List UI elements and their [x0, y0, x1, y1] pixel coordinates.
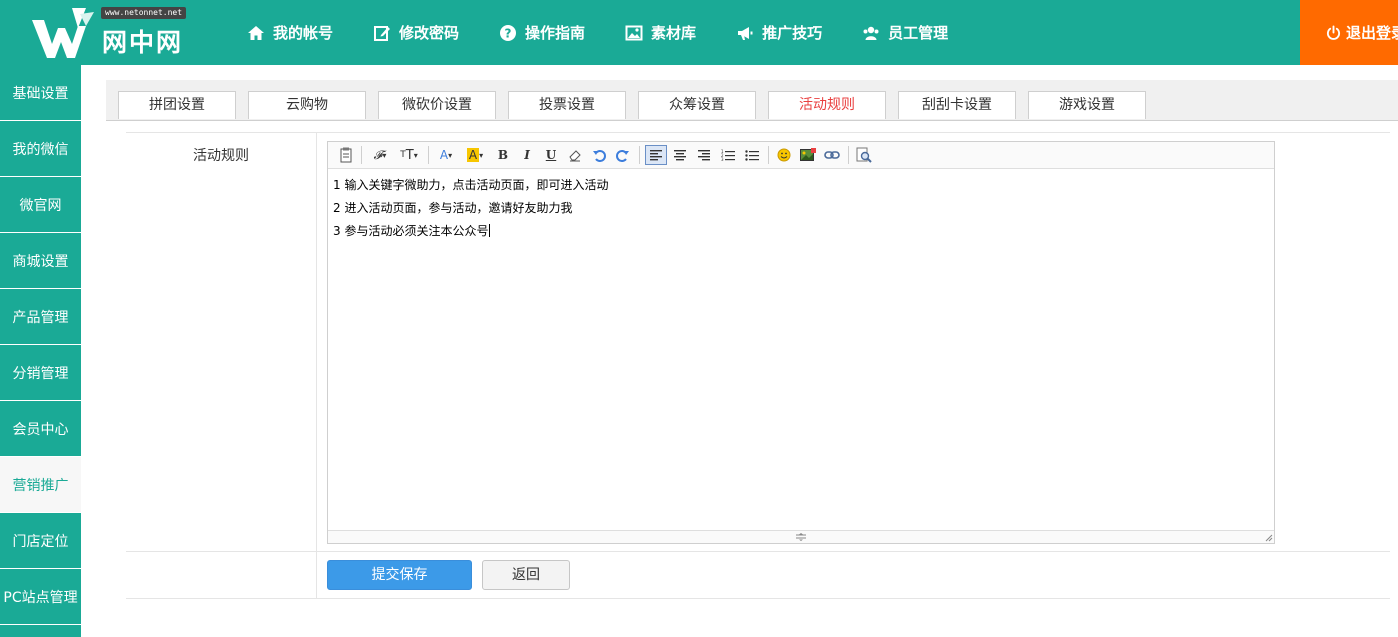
activity-rules-label: 活动规则: [193, 148, 249, 164]
toolbar-separator: [768, 146, 769, 164]
sidebar-item-label: 基础设置: [12, 85, 69, 102]
nav-staff-management[interactable]: 员工管理: [847, 0, 963, 65]
nav-label: 操作指南: [525, 24, 586, 42]
unordered-list-icon[interactable]: [742, 145, 762, 165]
logo[interactable]: www.netonnet.net 网中网: [28, 6, 198, 62]
tab-bargain[interactable]: 微砍价设置: [378, 91, 496, 119]
tab-cloud-shopping[interactable]: 云购物: [248, 91, 366, 119]
sidebar-item-mall-settings[interactable]: 商城设置: [0, 233, 81, 289]
align-center-icon[interactable]: [670, 145, 690, 165]
back-button[interactable]: 返回: [482, 560, 570, 590]
nav-material-library[interactable]: 素材库: [610, 0, 711, 65]
sidebar-item-micro-site[interactable]: 微官网: [0, 177, 81, 233]
ordered-list-icon[interactable]: 123: [718, 145, 738, 165]
rule-line: 1 输入关键字微助力，点击活动页面，即可进入活动: [333, 178, 609, 192]
top-nav: 我的帐号 修改密码 ? 操作指南 素材库 推广技巧 员工管理: [232, 0, 973, 65]
rich-text-editor[interactable]: 𝓕 ▾ T T ▾ A ▾ A ▾ B I U 123 1 输入关键字微助力，点…: [327, 141, 1275, 544]
toolbar-separator: [361, 146, 362, 164]
link-icon[interactable]: [822, 145, 842, 165]
submit-save-button[interactable]: 提交保存: [327, 560, 472, 590]
tab-bar: 拼团设置 云购物 微砍价设置 投票设置 众筹设置 活动规则 刮刮卡设置 游戏设置: [106, 80, 1398, 121]
emoticon-icon[interactable]: [774, 145, 794, 165]
nav-label: 素材库: [651, 24, 697, 42]
sidebar-item-my-wechat[interactable]: 我的微信: [0, 121, 81, 177]
sidebar-item-label: 产品管理: [12, 309, 69, 326]
resize-corner-icon: [1265, 534, 1273, 542]
italic-icon[interactable]: I: [518, 145, 536, 165]
help-icon: ?: [500, 24, 517, 41]
sidebar-item-label: 营销推广: [12, 477, 69, 494]
align-left-icon[interactable]: [645, 145, 667, 165]
power-icon: [1326, 25, 1341, 40]
sidebar-item-basic-settings[interactable]: 基础设置: [0, 65, 81, 121]
toolbar-separator: [848, 146, 849, 164]
editor-resize-bar[interactable]: [328, 530, 1274, 543]
logo-brand: 网中网: [102, 28, 184, 57]
nav-guide[interactable]: ? 操作指南: [484, 0, 600, 65]
sidebar-item-label: 会员中心: [12, 421, 69, 438]
sidebar-item-pc-site[interactable]: PC站点管理: [0, 569, 81, 625]
nav-change-password[interactable]: 修改密码: [358, 0, 474, 65]
sidebar-item-distribution[interactable]: 分销管理: [0, 345, 81, 401]
editor-toolbar: 𝓕 ▾ T T ▾ A ▾ A ▾ B I U 123: [328, 142, 1274, 169]
highlight-color-icon[interactable]: A ▾: [463, 145, 487, 165]
logout-button[interactable]: 退出登录: [1300, 0, 1398, 65]
toolbar-separator: [639, 146, 640, 164]
align-right-icon[interactable]: [694, 145, 714, 165]
eraser-icon[interactable]: [566, 145, 584, 165]
tab-voting[interactable]: 投票设置: [508, 91, 626, 119]
undo-icon[interactable]: [590, 145, 608, 165]
nav-label: 我的帐号: [273, 24, 334, 42]
preview-icon[interactable]: [854, 145, 874, 165]
sidebar-item-label: 我的微信: [12, 141, 69, 158]
header: www.netonnet.net 网中网 我的帐号 修改密码 ? 操作指南 素材…: [0, 0, 1398, 65]
rule-line: 2 进入活动页面，参与活动，邀请好友助力我: [333, 201, 573, 215]
rule-line: 3 参与活动必须关注本公众号: [333, 224, 608, 239]
sidebar-item-label: 分销管理: [12, 365, 69, 382]
users-icon: [863, 26, 879, 40]
toolbar-separator: [428, 146, 429, 164]
logo-tagline: www.netonnet.net: [101, 7, 187, 19]
source-icon[interactable]: [336, 145, 356, 165]
bold-icon[interactable]: B: [494, 145, 512, 165]
sidebar-item-label: 微官网: [19, 197, 62, 214]
form-column-divider: [316, 133, 317, 599]
sidebar-item-member-center[interactable]: 会员中心: [0, 401, 81, 457]
resize-grip-icon: [796, 533, 806, 541]
nav-label: 员工管理: [888, 24, 949, 42]
nav-label: 修改密码: [399, 24, 460, 42]
font-family-icon[interactable]: 𝓕 ▾: [368, 145, 392, 165]
home-icon: [248, 25, 264, 40]
nav-my-account[interactable]: 我的帐号: [232, 0, 348, 65]
logout-label: 退出登录: [1346, 24, 1398, 42]
sidebar-item-label: PC站点管理: [3, 589, 78, 606]
svg-text:3: 3: [721, 157, 724, 161]
tab-game-settings[interactable]: 游戏设置: [1028, 91, 1146, 119]
nav-promotion-tips[interactable]: 推广技巧: [721, 0, 837, 65]
redo-icon[interactable]: [614, 145, 632, 165]
sidebar-item-label: 门店定位: [12, 533, 69, 550]
tab-group-buy[interactable]: 拼团设置: [118, 91, 236, 119]
font-color-icon[interactable]: A ▾: [435, 145, 457, 165]
rule-line-text: 3 参与活动必须关注本公众号: [333, 224, 489, 238]
sidebar-item-product-management[interactable]: 产品管理: [0, 289, 81, 345]
sidebar: 基础设置 我的微信 微官网 商城设置 产品管理 分销管理 会员中心 营销推广 门…: [0, 65, 81, 637]
nav-label: 推广技巧: [762, 24, 823, 42]
image-icon: [625, 25, 643, 40]
insert-image-icon[interactable]: [798, 145, 818, 165]
tab-crowdfunding[interactable]: 众筹设置: [638, 91, 756, 119]
sidebar-item-label: 商城设置: [12, 253, 69, 270]
font-size-icon[interactable]: T T ▾: [396, 145, 422, 165]
sidebar-item-marketing[interactable]: 营销推广: [0, 457, 81, 513]
edit-icon: [374, 25, 391, 41]
underline-icon[interactable]: U: [542, 145, 560, 165]
editor-content[interactable]: 1 输入关键字微助力，点击活动页面，即可进入活动 2 进入活动页面，参与活动，邀…: [333, 178, 608, 247]
svg-text:?: ?: [505, 26, 512, 40]
tab-scratch-card[interactable]: 刮刮卡设置: [898, 91, 1016, 119]
logo-mark-icon: [32, 8, 94, 58]
megaphone-icon: [738, 26, 753, 40]
tab-activity-rules[interactable]: 活动规则: [768, 91, 886, 119]
text-caret: [489, 224, 491, 237]
sidebar-item-store-location[interactable]: 门店定位: [0, 513, 81, 569]
